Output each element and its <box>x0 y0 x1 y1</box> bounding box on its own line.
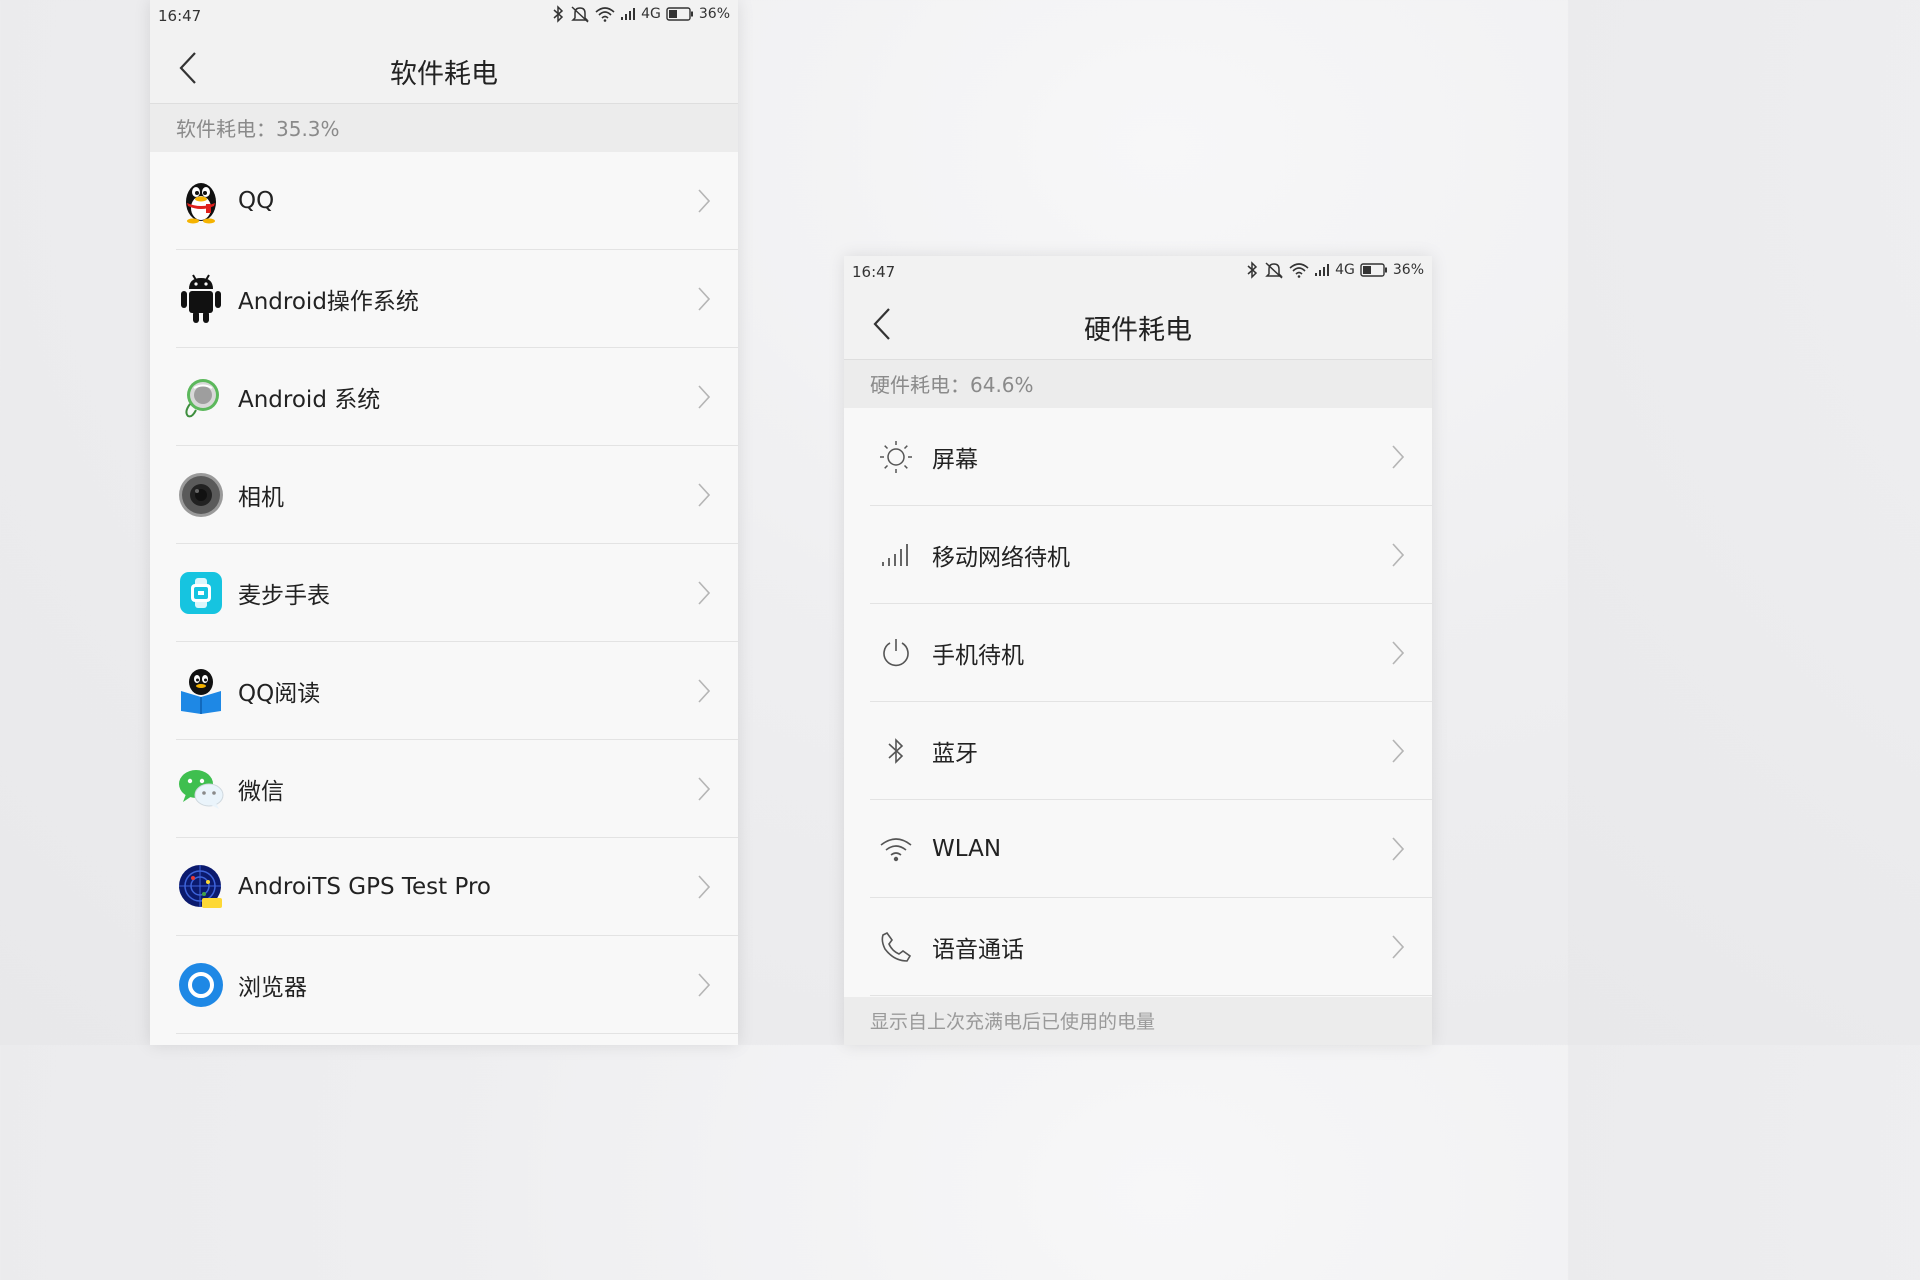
bluetooth-icon <box>553 5 564 23</box>
wifi-icon <box>595 7 615 22</box>
chevron-right-icon <box>1388 443 1408 471</box>
network-type: 4G <box>1335 262 1355 278</box>
status-bar: 16:47 4G 36% <box>844 256 1432 288</box>
item-label: 相机 <box>238 485 284 511</box>
list-item-bluetooth[interactable]: 蓝牙 <box>844 702 1432 800</box>
status-time: 16:47 <box>158 7 202 25</box>
list-item-watch[interactable]: 麦步手表 <box>150 544 738 642</box>
list-item-android-os[interactable]: Android操作系统 <box>150 250 738 348</box>
title-bar: 软件耗电 <box>150 32 738 104</box>
power-icon <box>876 633 916 673</box>
item-label: 屏幕 <box>932 447 978 473</box>
title-bar: 硬件耗电 <box>844 288 1432 360</box>
item-label: QQ阅读 <box>238 681 321 707</box>
chevron-left-icon <box>179 52 196 84</box>
item-label: 蓝牙 <box>932 741 978 767</box>
network-type: 4G <box>641 6 661 22</box>
battery-percent: 36% <box>698 6 730 22</box>
chevron-right-icon <box>694 187 714 215</box>
app-list: QQ Android操作系统 Android 系统 相机 麦步手表 QQ阅读 微… <box>150 152 738 1034</box>
item-label: Android 系统 <box>238 387 381 413</box>
item-label: 麦步手表 <box>238 583 330 609</box>
battery-percent: 36% <box>1392 262 1424 278</box>
signal-icon <box>1315 264 1330 276</box>
chevron-right-icon <box>694 579 714 607</box>
chevron-right-icon <box>694 775 714 803</box>
browser-icon <box>178 962 224 1008</box>
hardware-list: 屏幕 移动网络待机 手机待机 蓝牙 WLAN 语音通话 <box>844 408 1432 996</box>
battery-icon <box>666 7 693 21</box>
bluetooth-icon <box>1247 261 1258 279</box>
list-item-phone-standby[interactable]: 手机待机 <box>844 604 1432 702</box>
qq-penguin-icon <box>178 178 224 224</box>
status-time: 16:47 <box>852 263 896 281</box>
chevron-right-icon <box>1388 835 1408 863</box>
chevron-right-icon <box>694 873 714 901</box>
item-label: 浏览器 <box>238 975 307 1001</box>
list-item-browser[interactable]: 浏览器 <box>150 936 738 1034</box>
back-button[interactable] <box>166 46 210 90</box>
chevron-right-icon <box>1388 737 1408 765</box>
chevron-right-icon <box>694 285 714 313</box>
list-item-qq-reader[interactable]: QQ阅读 <box>150 642 738 740</box>
list-item-gps-test[interactable]: AndroiTS GPS Test Pro <box>150 838 738 936</box>
status-icons: 4G 36% <box>551 5 730 23</box>
chevron-left-icon <box>873 308 890 340</box>
list-item-android-system[interactable]: Android 系统 <box>150 348 738 446</box>
list-item-qq[interactable]: QQ <box>150 152 738 250</box>
chevron-right-icon <box>694 677 714 705</box>
list-item-mobile-network[interactable]: 移动网络待机 <box>844 506 1432 604</box>
android-robot-icon <box>178 274 224 323</box>
usage-footnote: 显示自上次充满电后已使用的电量 <box>844 997 1432 1045</box>
item-label: 移动网络待机 <box>932 545 1070 571</box>
android-system-icon <box>178 374 224 420</box>
mute-bell-icon <box>571 6 589 23</box>
chevron-right-icon <box>1388 933 1408 961</box>
brightness-icon <box>876 437 916 477</box>
signal-icon <box>621 8 636 20</box>
signal-bars-icon <box>876 535 916 575</box>
item-label: QQ <box>238 188 275 214</box>
wifi-icon <box>876 829 916 869</box>
list-item-screen[interactable]: 屏幕 <box>844 408 1432 506</box>
page-title: 硬件耗电 <box>1084 315 1192 346</box>
battery-icon <box>1360 263 1387 277</box>
chevron-right-icon <box>694 971 714 999</box>
chevron-right-icon <box>694 383 714 411</box>
list-item-voice-call[interactable]: 语音通话 <box>844 898 1432 996</box>
phone-icon <box>876 927 916 967</box>
status-bar: 16:47 4G 36% <box>150 0 738 32</box>
camera-icon <box>178 472 224 518</box>
page-title: 软件耗电 <box>390 59 498 90</box>
software-power-screen: 16:47 4G 36% 软件耗电 软件耗电：35.3% QQ Android操… <box>150 0 738 1045</box>
software-power-summary: 软件耗电：35.3% <box>150 104 738 152</box>
chevron-right-icon <box>1388 541 1408 569</box>
mute-bell-icon <box>1265 262 1283 279</box>
list-item-wlan[interactable]: WLAN <box>844 800 1432 898</box>
item-label: Android操作系统 <box>238 289 419 315</box>
hardware-power-screen: 16:47 4G 36% 硬件耗电 硬件耗电：64.6% 屏幕 移动网络待机 手… <box>844 256 1432 1045</box>
wifi-icon <box>1289 263 1309 278</box>
status-icons: 4G 36% <box>1245 261 1424 279</box>
item-label: 手机待机 <box>932 643 1024 669</box>
gps-test-icon <box>178 864 224 910</box>
item-label: 微信 <box>238 779 284 805</box>
list-item-camera[interactable]: 相机 <box>150 446 738 544</box>
list-item-wechat[interactable]: 微信 <box>150 740 738 838</box>
chevron-right-icon <box>694 481 714 509</box>
chevron-right-icon <box>1388 639 1408 667</box>
watch-app-icon <box>178 570 224 616</box>
back-button[interactable] <box>860 302 904 346</box>
bluetooth-icon <box>876 731 916 771</box>
qq-reader-icon <box>178 668 224 714</box>
wechat-icon <box>178 766 224 812</box>
item-label: 语音通话 <box>932 937 1024 963</box>
item-label: WLAN <box>932 836 1002 862</box>
hardware-power-summary: 硬件耗电：64.6% <box>844 360 1432 408</box>
item-label: AndroiTS GPS Test Pro <box>238 874 491 900</box>
